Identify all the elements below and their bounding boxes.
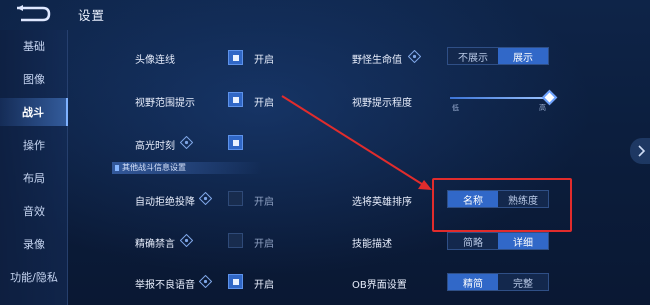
next-page-button[interactable] bbox=[630, 138, 650, 164]
chevron-right-icon bbox=[638, 145, 646, 157]
annotation-arrow bbox=[281, 95, 432, 190]
